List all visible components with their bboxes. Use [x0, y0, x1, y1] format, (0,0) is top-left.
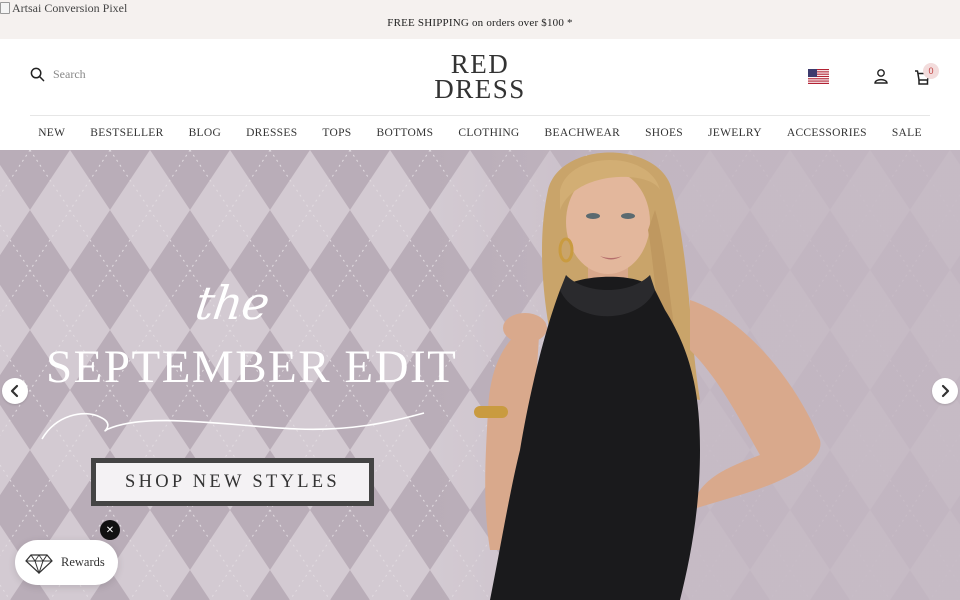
nav-item-accessories[interactable]: ACCESSORIES [774, 127, 879, 139]
nav-item-tops[interactable]: TOPS [310, 127, 364, 139]
hero-script-text: the [192, 276, 273, 330]
nav-item-dresses[interactable]: DRESSES [234, 127, 310, 139]
search-box[interactable] [30, 67, 173, 82]
carousel-next-button[interactable] [932, 378, 958, 404]
decorative-swash [41, 412, 425, 440]
main-nav: NEW BESTSELLER BLOG DRESSES TOPS BOTTOMS… [0, 116, 960, 150]
carousel-prev-button[interactable] [2, 378, 28, 404]
broken-image-icon [0, 2, 10, 14]
site-logo[interactable]: RED DRESS [430, 50, 530, 105]
conversion-pixel-image: Artsai Conversion Pixel [0, 0, 127, 16]
hero-banner[interactable]: the SEPTEMBER EDIT SHOP NEW STYLES [0, 150, 960, 600]
us-flag-icon[interactable] [808, 69, 829, 84]
announcement-bar: FREE SHIPPING on orders over $100 * [0, 0, 960, 39]
nav-item-bottoms[interactable]: BOTTOMS [364, 127, 446, 139]
nav-item-sale[interactable]: SALE [879, 127, 934, 139]
chevron-right-icon [941, 384, 950, 398]
cart-count-badge: 0 [923, 63, 939, 79]
hero-headline: SEPTEMBER EDIT [46, 341, 458, 393]
shop-new-styles-button[interactable]: SHOP NEW STYLES [91, 458, 374, 506]
site-header: RED DRESS 0 [0, 39, 960, 116]
nav-item-clothing[interactable]: CLOTHING [446, 127, 532, 139]
search-icon[interactable] [30, 67, 45, 82]
diamond-icon [25, 553, 53, 574]
announcement-text: FREE SHIPPING on orders over $100 * [387, 17, 573, 29]
search-input[interactable] [53, 67, 173, 82]
nav-item-blog[interactable]: BLOG [176, 127, 234, 139]
nav-item-bestseller[interactable]: BESTSELLER [78, 127, 176, 139]
rewards-label: Rewards [61, 555, 105, 569]
rewards-launcher[interactable]: Rewards [15, 540, 118, 585]
nav-item-jewelry[interactable]: JEWELRY [696, 127, 775, 139]
nav-item-shoes[interactable]: SHOES [633, 127, 696, 139]
logo-line-2: DRESS [434, 74, 526, 105]
account-icon[interactable] [873, 68, 889, 84]
nav-item-new[interactable]: NEW [26, 127, 78, 139]
conversion-pixel-alt-text: Artsai Conversion Pixel [12, 0, 128, 15]
nav-item-beachwear[interactable]: BEACHWEAR [532, 127, 633, 139]
chevron-left-icon [10, 384, 19, 398]
rewards-close-button[interactable]: ✕ [100, 520, 120, 540]
